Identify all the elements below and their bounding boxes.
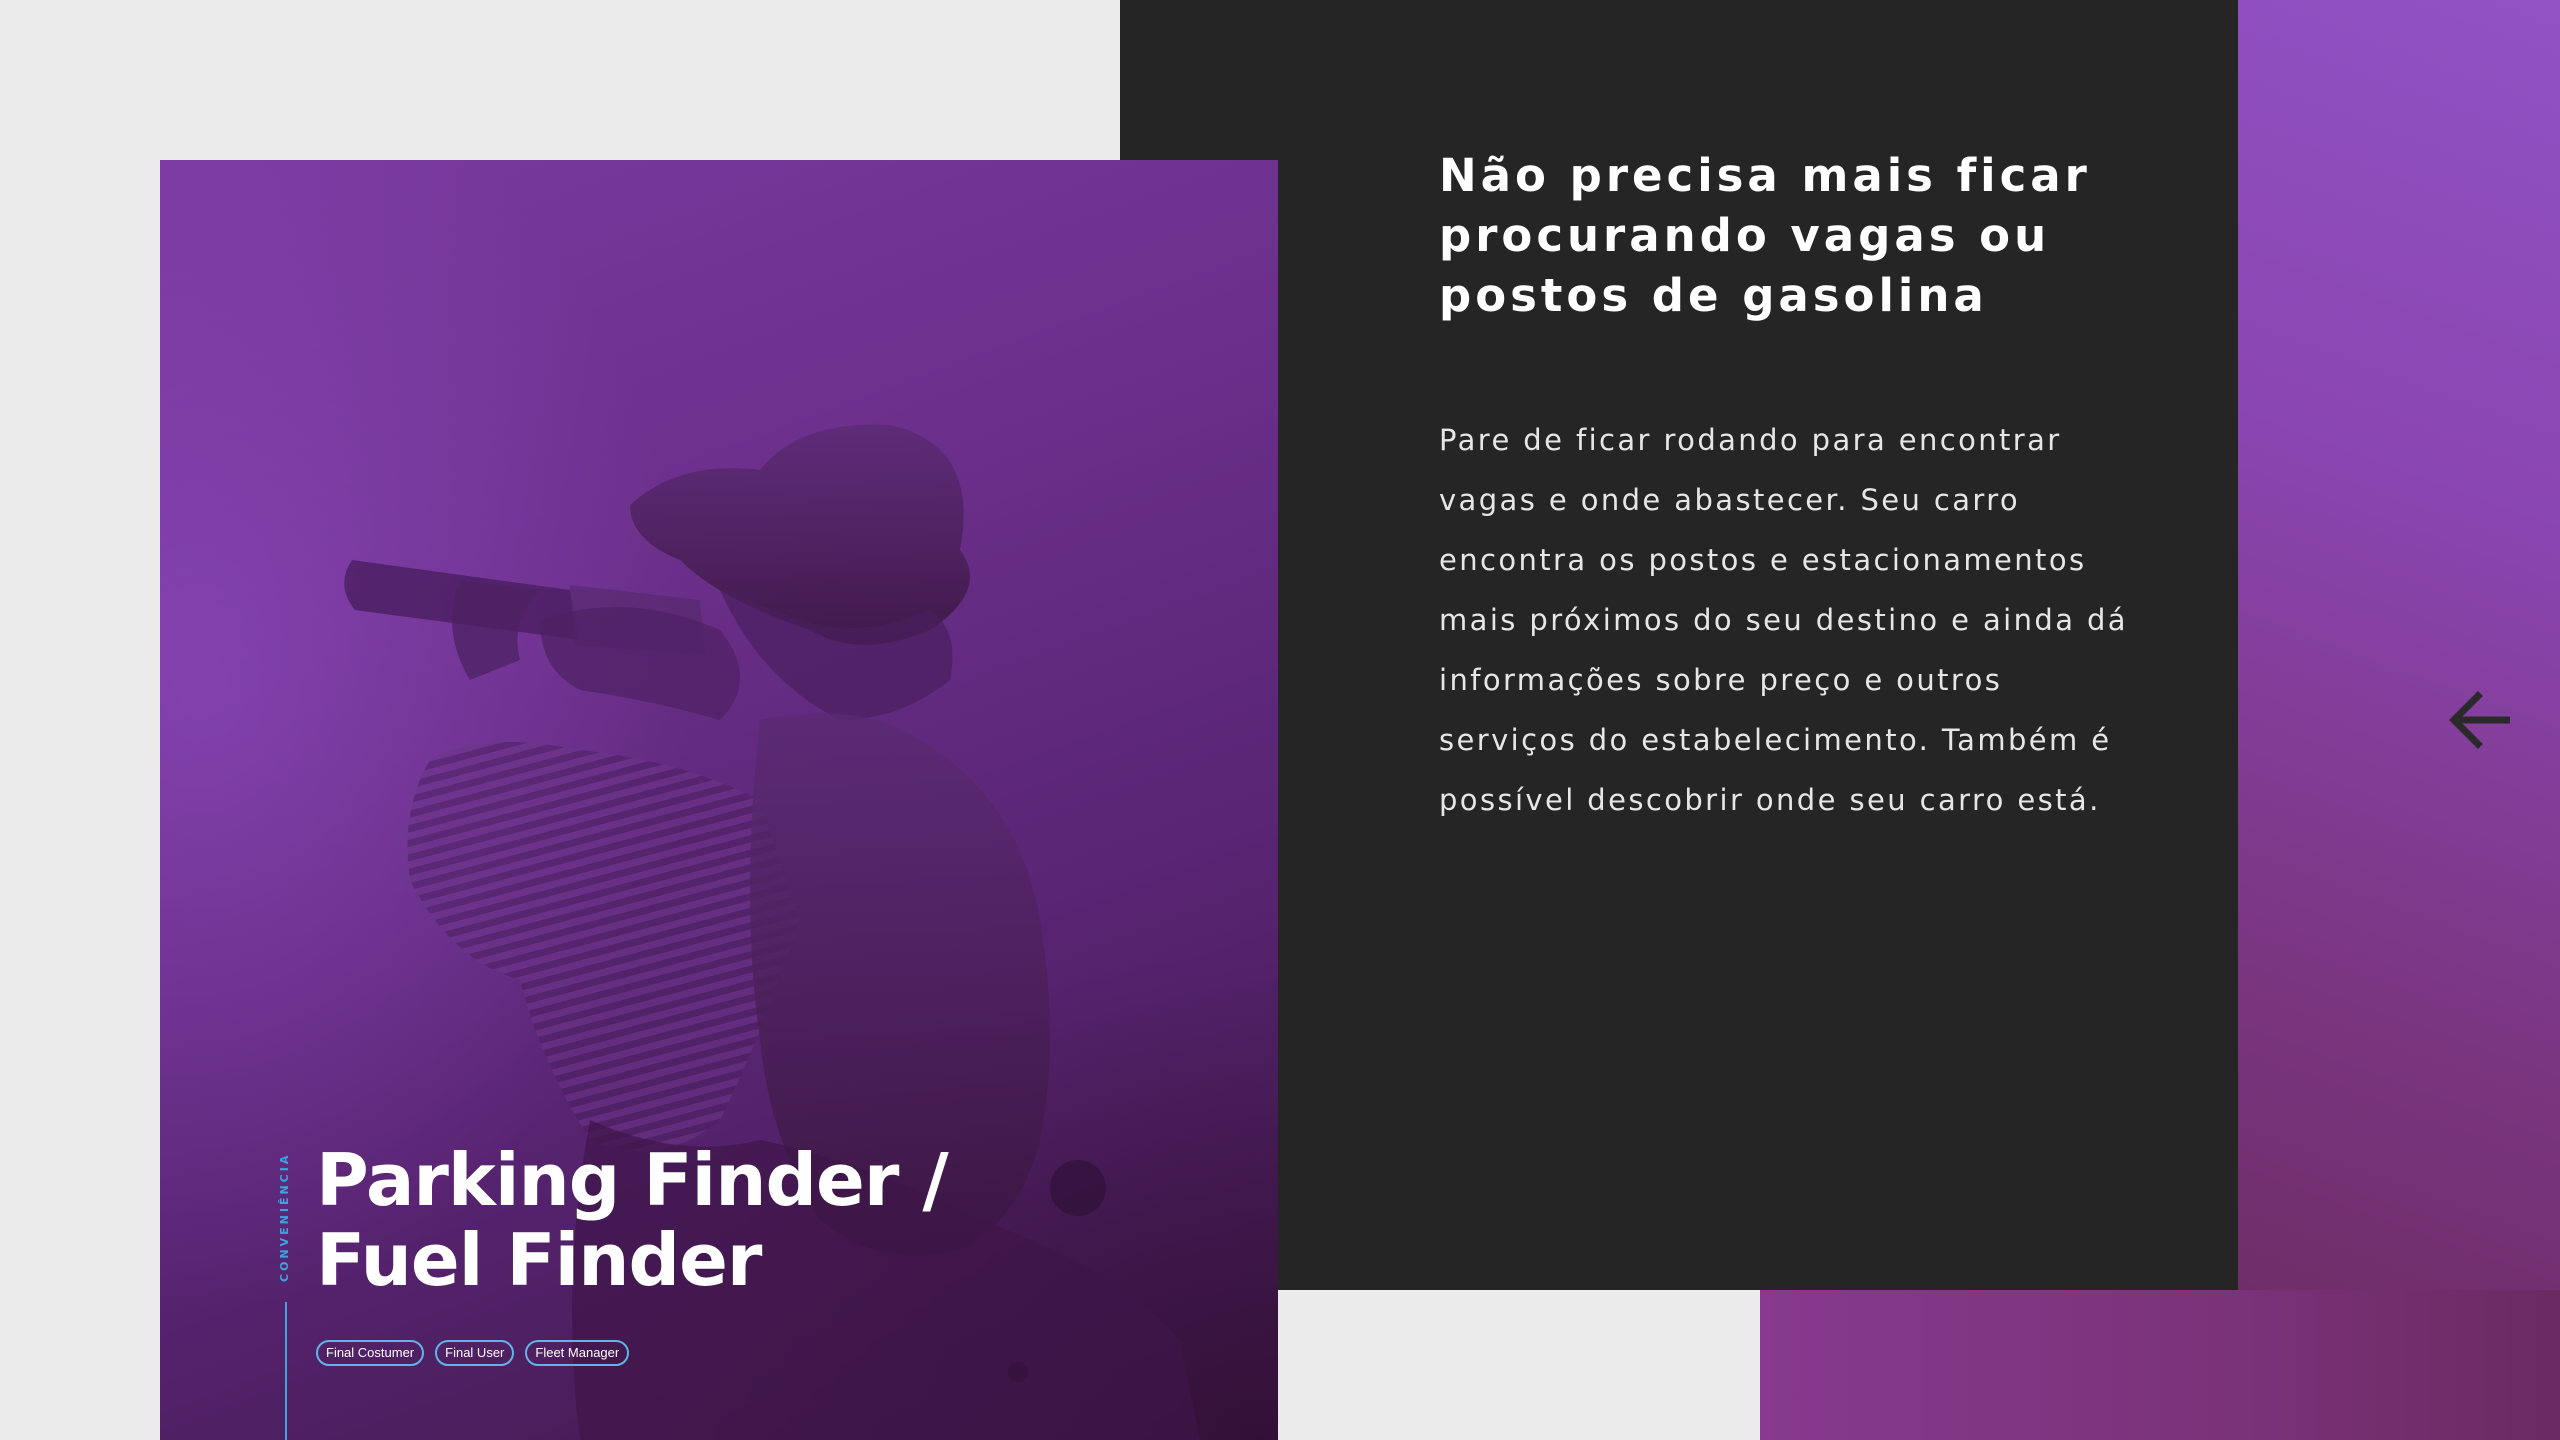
category-label: CONVENIÊNCIA bbox=[278, 1152, 291, 1282]
tag-final-user[interactable]: Final User bbox=[435, 1340, 515, 1366]
feature-title: Parking Finder / Fuel Finder bbox=[316, 1138, 949, 1302]
feature-title-line-1: Parking Finder / bbox=[316, 1138, 949, 1222]
audience-tags: Final Costumer Final User Fleet Manager bbox=[316, 1340, 630, 1366]
tag-final-costumer[interactable]: Final Costumer bbox=[316, 1340, 425, 1366]
feature-title-line-2: Fuel Finder bbox=[316, 1218, 762, 1302]
category-accent-line bbox=[285, 1302, 287, 1440]
arrow-left-icon[interactable] bbox=[2448, 690, 2512, 750]
description-headline: Não precisa mais ficar procurando vagas … bbox=[1439, 149, 2091, 322]
decorative-purple-block bbox=[1760, 1290, 2560, 1440]
description-body: Pare de ficar rodando para encontrar vag… bbox=[1439, 423, 2128, 817]
page: Não precisa mais ficar procurando vagas … bbox=[0, 0, 2560, 1440]
tag-fleet-manager[interactable]: Fleet Manager bbox=[525, 1340, 630, 1366]
